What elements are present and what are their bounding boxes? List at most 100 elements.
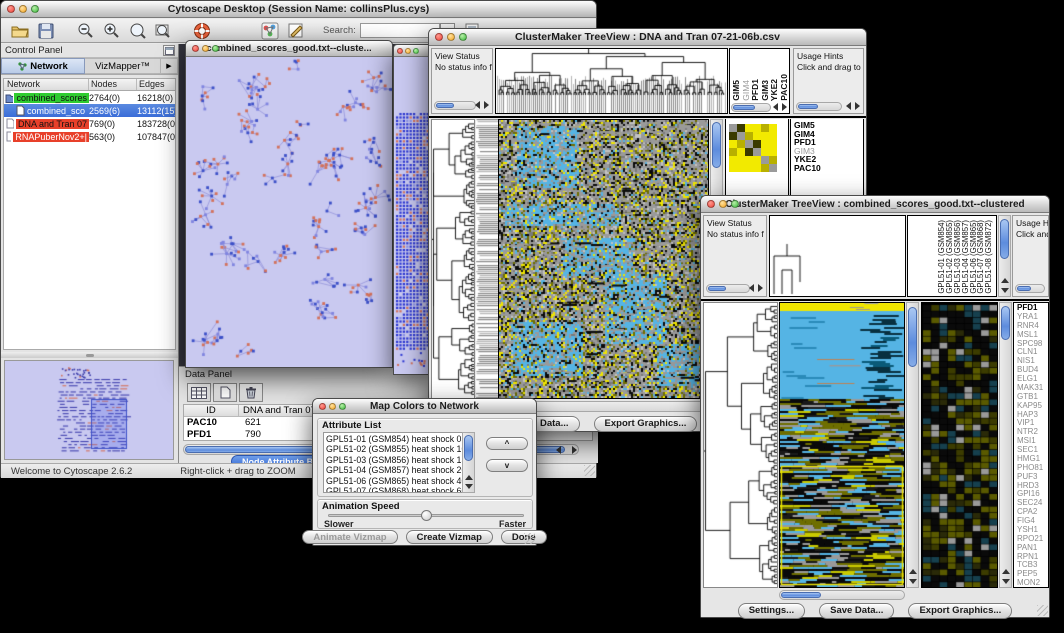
tv1-zoom-cell[interactable] [761,148,769,156]
minimize-icon[interactable] [719,200,727,208]
scroll-down-icon[interactable] [465,484,473,489]
minimize-icon[interactable] [405,48,411,54]
tv1-collabels-scrollbar[interactable] [731,103,771,112]
create-vizmap-button[interactable]: Create Vizmap [406,530,493,544]
zoom-window-icon[interactable] [31,5,39,13]
scroll-left-button[interactable] [551,444,565,455]
tv2-save-data-button[interactable]: Save Data... [819,603,894,619]
tv1-zoom-cell[interactable] [769,156,777,164]
attribute-list-item[interactable]: GPL51-02 (GSM855) heat shock 10 min [326,444,474,454]
zoom-window-icon[interactable] [459,33,467,41]
tv1-zoom-cell[interactable] [729,132,737,140]
minimize-icon[interactable] [447,33,455,41]
attribute-list-item[interactable]: GPL51-06 (GSM865) heat shock 40 min [326,476,474,486]
tv2-settings-button[interactable]: Settings... [738,603,805,619]
data-col-id[interactable]: ID [184,405,239,416]
close-icon[interactable] [707,200,715,208]
tv2-global-heatmap[interactable] [780,303,904,587]
scroll-down-icon[interactable] [1002,579,1010,584]
scroll-up-icon[interactable] [909,569,917,574]
tv1-zoom-cell[interactable] [729,148,737,156]
minimize-icon[interactable] [202,45,209,52]
network-window-title-bar[interactable]: combined_scores_good.txt--cluste... [186,41,392,57]
dialog-title-bar[interactable]: Map Colors to Network [313,399,536,414]
tab-overflow-button[interactable]: ▶ [161,58,178,74]
tv2-heatmap-hscrollbar[interactable] [779,590,905,600]
minimize-icon[interactable] [329,403,336,410]
tv1-zoom-cell[interactable] [761,132,769,140]
zoom-selected-icon[interactable] [125,20,151,42]
help-lifering-icon[interactable] [189,20,215,42]
close-icon[interactable] [435,33,443,41]
zoom-fit-icon[interactable] [151,20,177,42]
zoom-window-icon[interactable] [212,45,219,52]
tv1-zoom-cell[interactable] [753,156,761,164]
tv1-zoom-cell[interactable] [745,164,753,172]
attribute-list-vscrollbar[interactable] [462,432,475,493]
tv1-export-graphics-button[interactable]: Export Graphics... [594,416,698,432]
tv2-column-dendrogram[interactable] [770,216,905,296]
tv1-zoom-heatmap[interactable] [729,124,777,172]
network-row-selected[interactable]: combined_sco 2569(6) 13112(15) [4,104,175,117]
tv1-zoom-cell[interactable] [761,156,769,164]
tv1-hints-scrollbar[interactable] [796,102,842,111]
float-panel-icon[interactable] [163,45,175,56]
scroll-up-icon[interactable] [1002,569,1010,574]
tv1-zoom-cell[interactable] [745,124,753,132]
tv1-row-dendrogram[interactable] [432,120,474,398]
zoom-window-icon[interactable] [339,403,346,410]
scroll-down-icon[interactable] [909,579,917,584]
tv2-export-graphics-button[interactable]: Export Graphics... [908,603,1012,619]
scroll-up-icon[interactable] [1001,278,1009,283]
tv2-zoom-heatmap[interactable] [922,303,997,587]
close-icon[interactable] [192,45,199,52]
tab-vizmapper[interactable]: VizMapper™ [85,58,161,74]
tv1-status-scrollbar[interactable] [434,101,476,110]
tv2-status-scrollbar[interactable] [706,284,750,293]
attribute-list-item[interactable]: GPL51-07 (GSM868) heat shock 60 min [326,486,474,493]
tv1-zoom-cell[interactable] [737,164,745,172]
tv1-zoom-cell[interactable] [769,140,777,148]
tv1-zoom-cell[interactable] [761,140,769,148]
network-row-dna-tran[interactable]: DNA and Tran 07 769(0) 183728(0) [4,117,175,130]
annotation-icon[interactable] [283,20,309,42]
birdseye-view[interactable] [5,361,173,459]
tv2-hints-scrollbar[interactable] [1015,284,1045,293]
attribute-list-item[interactable]: GPL51-03 (GSM856) heat shock 15 min [326,455,474,465]
move-up-button[interactable]: ^ [486,437,528,450]
zoom-window-icon[interactable] [731,200,739,208]
tv1-zoom-cell[interactable] [745,148,753,156]
tv1-zoom-cell[interactable] [753,148,761,156]
tv1-global-heatmap[interactable] [499,120,708,398]
tv1-zoom-cell[interactable] [761,164,769,172]
treeview1-title-bar[interactable]: ClusterMaker TreeView : DNA and Tran 07-… [429,29,866,46]
tv1-zoom-cell[interactable] [729,164,737,172]
tv2-row-dendrogram[interactable] [704,303,777,587]
tv1-zoom-cell[interactable] [737,148,745,156]
tv1-zoom-cell[interactable] [769,148,777,156]
close-icon[interactable] [397,48,403,54]
tv1-zoom-cell[interactable] [737,124,745,132]
scroll-right-icon[interactable] [855,102,860,110]
attribute-list[interactable]: GPL51-01 (GSM854) heat shock 05 minGPL51… [323,432,475,493]
minimize-icon[interactable] [19,5,27,13]
slider-thumb[interactable] [421,510,432,521]
tv2-gene-label[interactable]: MON2 [1017,579,1048,588]
tv1-zoom-cell[interactable] [729,140,737,148]
grid-network-canvas[interactable] [394,57,432,374]
tv1-zoom-cell[interactable] [737,140,745,148]
tv1-zoom-cell[interactable] [753,124,761,132]
tv1-column-dendrogram[interactable] [496,49,727,113]
treeview2-title-bar[interactable]: ClusterMaker TreeView : combined_scores_… [701,196,1049,213]
zoom-out-icon[interactable] [73,20,99,42]
resize-grip[interactable] [584,465,595,476]
scroll-left-icon[interactable] [749,284,754,292]
tv1-zoom-cell[interactable] [745,132,753,140]
network-canvas[interactable] [186,57,392,367]
table-mode-icon[interactable] [187,383,211,402]
animate-vizmap-button[interactable]: Animate Vizmap [302,530,397,544]
resize-grip[interactable] [524,533,535,544]
tv2-labels-vscrollbar[interactable] [998,215,1011,297]
scroll-right-button[interactable] [567,444,581,455]
attribute-list-item[interactable]: GPL51-04 (GSM857) heat shock 20 min [326,465,474,475]
